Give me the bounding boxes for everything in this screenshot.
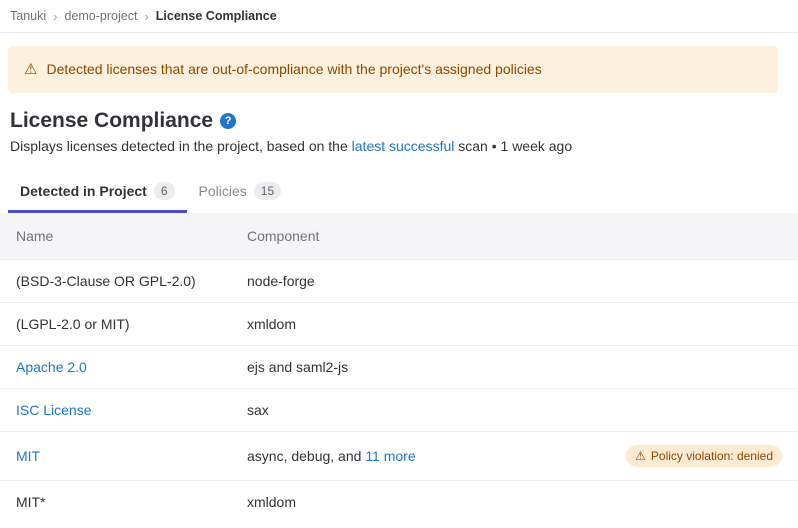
- component-cell: sax: [231, 389, 798, 432]
- description-suffix: scan • 1 week ago: [454, 138, 572, 154]
- column-header-name: Name: [0, 213, 231, 260]
- breadcrumb-item-current: License Compliance: [156, 9, 277, 23]
- license-table-body: (BSD-3-Clause OR GPL-2.0) node-forge (LGPL…: [0, 260, 798, 524]
- license-name: MIT*: [16, 494, 46, 510]
- component-cell: node-forge: [231, 260, 798, 303]
- policy-violation-badge: ⚠ Policy violation: denied: [626, 445, 782, 467]
- table-row: (LGPL-2.0 or MIT) xmldom: [0, 303, 798, 346]
- alert-message: Detected licenses that are out-of-compli…: [46, 61, 541, 78]
- tab-label: Detected in Project: [20, 183, 147, 199]
- component-more-link[interactable]: 11 more: [365, 448, 415, 464]
- help-question-icon[interactable]: ?: [220, 113, 236, 129]
- tab-count-badge: 6: [154, 182, 175, 200]
- breadcrumb-item-project[interactable]: demo-project: [64, 9, 137, 23]
- table-row: (BSD-3-Clause OR GPL-2.0) node-forge: [0, 260, 798, 303]
- component-text: async, debug, and 11 more: [247, 448, 416, 464]
- table-row: ISC License sax: [0, 389, 798, 432]
- description-prefix: Displays licenses detected in the projec…: [10, 138, 352, 154]
- warning-triangle-icon: ⚠: [635, 448, 646, 464]
- page-title: License Compliance: [10, 107, 213, 134]
- component-text: ejs and saml2-js: [247, 359, 348, 375]
- license-name: (LGPL-2.0 or MIT): [16, 316, 130, 332]
- license-name-cell: (LGPL-2.0 or MIT): [0, 303, 231, 346]
- component-cell: xmldom: [231, 303, 798, 346]
- license-name-cell: ISC License: [0, 389, 231, 432]
- badge-label: Policy violation: denied: [651, 448, 773, 464]
- tabs: Detected in Project 6 Policies 15: [8, 176, 798, 213]
- license-name-link[interactable]: Apache 2.0: [16, 359, 87, 375]
- license-name-link[interactable]: MIT: [16, 448, 40, 464]
- chevron-right-icon: ›: [144, 9, 148, 24]
- license-name: (BSD-3-Clause OR GPL-2.0): [16, 273, 196, 289]
- warning-triangle-icon: ⚠: [24, 61, 37, 78]
- table-row: MIT* xmldom: [0, 481, 798, 524]
- tab-detected-in-project[interactable]: Detected in Project 6: [8, 176, 187, 213]
- table-row: Apache 2.0 ejs and saml2-js: [0, 346, 798, 389]
- breadcrumb: Tanuki › demo-project › License Complian…: [0, 0, 798, 33]
- component-cell: async, debug, and 11 more ⚠ Policy violati…: [231, 432, 798, 481]
- table-header-row: Name Component: [0, 213, 798, 260]
- page-description: Displays licenses detected in the projec…: [10, 137, 778, 155]
- tab-label: Policies: [199, 183, 247, 199]
- column-header-component: Component: [231, 213, 798, 260]
- license-name-cell: MIT*: [0, 481, 231, 524]
- tab-policies[interactable]: Policies 15: [187, 176, 294, 213]
- component-text: node-forge: [247, 273, 315, 289]
- breadcrumb-item-group[interactable]: Tanuki: [10, 9, 46, 23]
- license-name-link[interactable]: ISC License: [16, 402, 91, 418]
- chevron-right-icon: ›: [53, 9, 57, 24]
- license-name-cell: MIT: [0, 432, 231, 481]
- license-table: Name Component (BSD-3-Clause OR GPL-2.0)…: [0, 213, 798, 523]
- component-cell: ejs and saml2-js: [231, 346, 798, 389]
- tab-count-badge: 15: [254, 182, 281, 200]
- page-header: License Compliance ? Displays licenses d…: [0, 107, 798, 155]
- table-row: MIT async, debug, and 11 more ⚠ Policy viol…: [0, 432, 798, 481]
- license-name-cell: (BSD-3-Clause OR GPL-2.0): [0, 260, 231, 303]
- component-text: xmldom: [247, 494, 296, 510]
- component-text: sax: [247, 402, 269, 418]
- component-text: xmldom: [247, 316, 296, 332]
- out-of-compliance-alert: ⚠ Detected licenses that are out-of-comp…: [8, 46, 778, 93]
- component-cell: xmldom: [231, 481, 798, 524]
- latest-successful-scan-link[interactable]: latest successful: [352, 138, 455, 154]
- license-name-cell: Apache 2.0: [0, 346, 231, 389]
